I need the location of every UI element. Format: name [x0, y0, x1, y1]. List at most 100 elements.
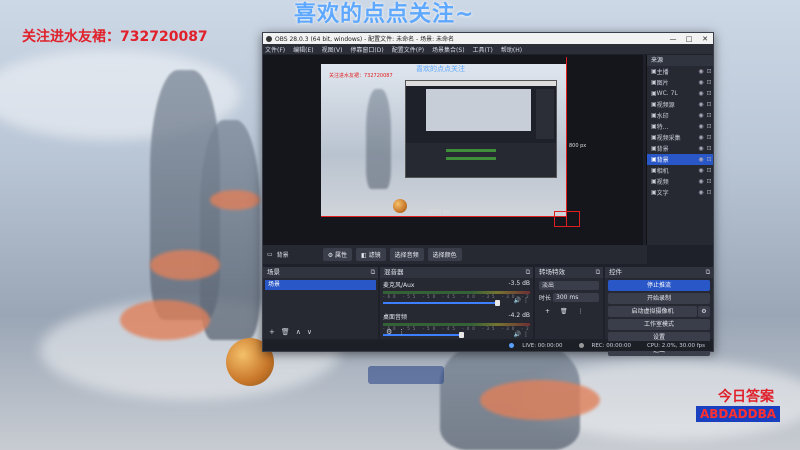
filters-button[interactable]: ◧ 滤镜 — [356, 248, 386, 261]
volume-slider[interactable] — [383, 300, 504, 306]
select-audio-button[interactable]: 选择音频 — [389, 248, 424, 261]
lock-icon[interactable]: ⊡ — [705, 123, 713, 130]
gear-icon: ⚙ — [327, 252, 335, 259]
transform-handle-box[interactable] — [554, 211, 580, 227]
source-item[interactable]: ▣ 背景 ◉ ⊡ — [647, 154, 713, 165]
start-virtual-camera-button[interactable]: 启动虚拟摄像机 — [608, 306, 697, 317]
eye-icon[interactable]: ◉ — [697, 134, 705, 141]
eye-icon[interactable]: ◉ — [697, 68, 705, 75]
eye-icon[interactable]: ◉ — [697, 178, 705, 185]
duration-input[interactable]: 300 ms — [553, 293, 599, 302]
maximize-button[interactable]: □ — [681, 35, 697, 43]
select-color-button[interactable]: 选择颜色 — [427, 248, 462, 261]
lock-icon[interactable]: ⊡ — [705, 134, 713, 141]
eye-icon[interactable]: ◉ — [697, 189, 705, 196]
transitions-dock: 转场特效 ⧉ 淡出 时长 300 ms + 🗑 ⋮ — [535, 267, 603, 339]
popout-icon[interactable]: ⧉ — [703, 267, 713, 278]
mixer-footer: ⚙ ⋮ — [380, 325, 533, 339]
source-name: 主播 — [656, 69, 669, 76]
eye-icon[interactable]: ◉ — [697, 112, 705, 119]
window-titlebar[interactable]: OBS 28.0.3 (64 bit, windows) - 配置文件: 未命名… — [263, 33, 713, 44]
eye-icon[interactable]: ◉ — [697, 145, 705, 152]
stop-streaming-button[interactable]: 停止推流 — [608, 280, 710, 291]
lock-icon[interactable]: ⊡ — [705, 79, 713, 86]
speaker-icon[interactable]: 🔊 ⋮ — [514, 297, 529, 304]
source-item[interactable]: ▣ 水印 ◉ ⊡ — [647, 110, 713, 121]
source-item[interactable]: ▣ 文字 ◉ ⊡ — [647, 187, 713, 198]
menu-file[interactable]: 文件(F) — [265, 45, 285, 54]
menu-help[interactable]: 帮助(H) — [501, 45, 522, 54]
lock-icon[interactable]: ⊡ — [705, 167, 713, 174]
sources-header: 来源 — [647, 55, 713, 66]
mixer-dock: 混音器 ⧉ 麦克风/Aux -3.5 dB -60 -55 -50 -45 -40… — [380, 267, 533, 339]
source-name: 水印 — [656, 113, 669, 120]
studio-mode-button[interactable]: 工作室模式 — [608, 319, 710, 330]
popout-icon[interactable]: ⧉ — [593, 267, 603, 278]
source-name: 特... — [656, 124, 669, 131]
eye-icon[interactable]: ◉ — [697, 101, 705, 108]
lock-icon[interactable]: ⊡ — [705, 90, 713, 97]
source-name: 文字 — [656, 190, 669, 197]
properties-button[interactable]: ⚙ 属性 — [322, 248, 352, 261]
eye-icon[interactable]: ◉ — [697, 79, 705, 86]
filter-icon: ◧ — [361, 252, 369, 259]
start-recording-button[interactable]: 开始录制 — [608, 293, 710, 304]
source-name: 图片 — [656, 80, 669, 87]
scene-item[interactable]: 场景 — [265, 280, 376, 290]
menu-edit[interactable]: 编辑(E) — [293, 45, 313, 54]
eye-icon[interactable]: ◉ — [697, 167, 705, 174]
source-item[interactable]: ▣ 视频采集 ◉ ⊡ — [647, 132, 713, 143]
menu-profile[interactable]: 配置文件(P) — [392, 45, 424, 54]
gear-icon[interactable]: ⚙ — [386, 328, 392, 336]
lock-icon[interactable]: ⊡ — [705, 68, 713, 75]
overlay-answer-code: ABDADDBA — [696, 406, 780, 422]
source-item[interactable]: ▣ 背景 ◉ ⊡ — [647, 143, 713, 154]
source-item[interactable]: ▣ WC. 7L ◉ ⊡ — [647, 88, 713, 99]
source-item[interactable]: ▣ 相机 ◉ ⊡ — [647, 165, 713, 176]
rec-icon — [578, 343, 584, 348]
menu-scene-collection[interactable]: 场景集合(S) — [432, 45, 465, 54]
menu-dots-icon[interactable]: ⋮ — [398, 328, 405, 336]
minimize-button[interactable]: — — [665, 35, 681, 43]
source-item[interactable]: ▣ 特... ◉ ⊡ — [647, 121, 713, 132]
transitions-header: 转场特效 ⧉ — [535, 267, 603, 278]
preview-overlay-group: 关注进水友裙：732720087 — [329, 73, 393, 79]
trash-icon[interactable]: 🗑 — [281, 328, 290, 336]
lock-icon[interactable]: ⊡ — [705, 156, 713, 163]
menu-tools[interactable]: 工具(T) — [473, 45, 493, 54]
gear-icon[interactable]: ⚙ — [698, 306, 710, 317]
nested-canvas — [426, 89, 531, 131]
slider-knob[interactable] — [494, 300, 500, 306]
controls-header: 控件 ⧉ — [605, 267, 713, 278]
lock-icon[interactable]: ⊡ — [705, 112, 713, 119]
lock-icon[interactable]: ⊡ — [705, 189, 713, 196]
add-scene-button[interactable]: + — [269, 328, 275, 336]
eye-icon[interactable]: ◉ — [697, 90, 705, 97]
source-item[interactable]: ▣ 视频 ◉ ⊡ — [647, 176, 713, 187]
trash-icon[interactable]: 🗑 — [560, 308, 568, 315]
lock-icon[interactable]: ⊡ — [705, 145, 713, 152]
menu-dots-icon[interactable]: ⋮ — [578, 308, 584, 315]
transition-type-row: 淡出 — [539, 281, 599, 290]
popout-icon[interactable]: ⧉ — [368, 267, 378, 278]
popout-icon[interactable]: ⧉ — [523, 267, 533, 278]
eye-icon[interactable]: ◉ — [697, 156, 705, 163]
source-item[interactable]: ▣ 主播 ◉ ⊡ — [647, 66, 713, 77]
move-up-icon[interactable]: ∧ — [296, 328, 301, 336]
preview-area[interactable]: 喜欢的点点关注 关注进水友裙：732720087 800 px 1920 px — [263, 55, 643, 245]
bounding-line-bottom — [321, 216, 566, 217]
lock-icon[interactable]: ⊡ — [705, 101, 713, 108]
preview-canvas[interactable]: 喜欢的点点关注 关注进水友裙：732720087 — [321, 64, 566, 216]
meter-ticks: -60 -55 -50 -45 -40 -35 -30 -25 -20 -15 … — [383, 294, 530, 299]
add-transition-button[interactable]: + — [545, 308, 550, 315]
source-item[interactable]: ▣ 图片 ◉ ⊡ — [647, 77, 713, 88]
lock-icon[interactable]: ⊡ — [705, 178, 713, 185]
source-item[interactable]: ▣ 视频源 ◉ ⊡ — [647, 99, 713, 110]
menu-docks[interactable]: 停靠窗口(D) — [350, 45, 383, 54]
mixer-header: 混音器 ⧉ — [380, 267, 533, 278]
menu-view[interactable]: 视图(V) — [322, 45, 343, 54]
eye-icon[interactable]: ◉ — [697, 123, 705, 130]
transition-type-select[interactable]: 淡出 — [539, 281, 599, 290]
move-down-icon[interactable]: ∨ — [307, 328, 312, 336]
close-button[interactable]: ✕ — [697, 35, 713, 43]
